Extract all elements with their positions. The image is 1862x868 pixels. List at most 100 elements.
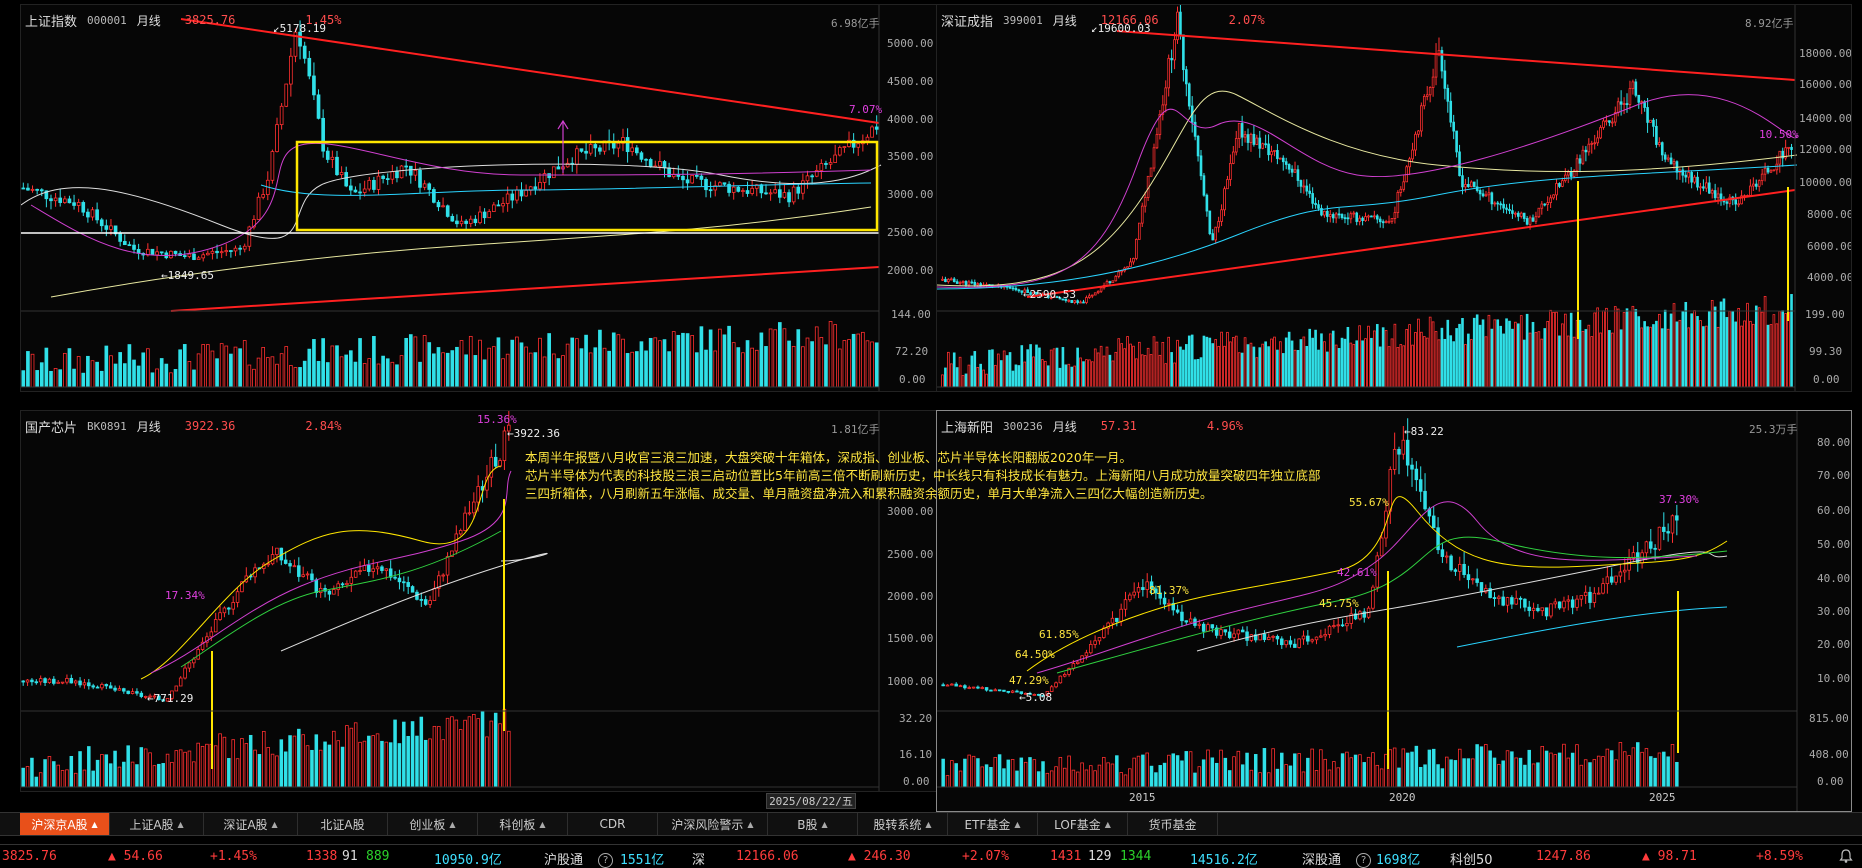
volume-bar — [1540, 746, 1544, 788]
volume-bar — [1058, 756, 1063, 788]
tab-etf[interactable]: ETF基金 ▲ — [948, 813, 1038, 835]
candle-body — [1549, 197, 1552, 204]
volume-bar — [1384, 753, 1388, 788]
candle-body — [34, 681, 39, 684]
volume-bar — [1449, 335, 1453, 388]
volume-tick: 16.10 — [899, 748, 933, 761]
candle-body — [219, 251, 224, 254]
candle-body — [1288, 640, 1293, 645]
tab-sh-a-shares[interactable]: 上证A股 ▲ — [110, 813, 204, 835]
candle-body — [1660, 142, 1664, 156]
candle-body — [1546, 202, 1549, 205]
volume-tick: 0.00 — [903, 775, 930, 788]
chart-panel-sz-index[interactable]: 深证成指 399001 月线 12166.06 2.07% 8.92亿手 ↙19… — [936, 4, 1852, 392]
volume-bar — [178, 749, 183, 788]
candle-body — [1505, 597, 1510, 606]
candle-body — [1693, 176, 1696, 183]
volume-bar — [1719, 301, 1723, 388]
candle-body — [1445, 555, 1449, 558]
candle-body — [708, 189, 713, 192]
candle-body — [371, 568, 375, 572]
candle-body — [1690, 172, 1693, 183]
chart-panel-sh-index[interactable]: 上证指数 000001 月线 3825.76 1.45% 6.98亿手 ↙517… — [20, 4, 938, 392]
volume-bar — [1562, 743, 1566, 788]
volume-bar — [196, 742, 200, 788]
volume-bar — [353, 722, 358, 788]
candle-body — [196, 257, 201, 260]
volume-bar — [1423, 764, 1427, 788]
tab-star-market[interactable]: 科创板 ▲ — [478, 813, 568, 835]
candle-body — [496, 204, 501, 207]
volume-bar — [1175, 755, 1180, 788]
volume-bar — [1464, 344, 1467, 388]
tab-risk-warning[interactable]: 沪深风险警示 ▲ — [658, 813, 768, 835]
volume-bar — [1097, 764, 1102, 788]
tab-cdr[interactable]: CDR — [568, 813, 658, 835]
candle-body — [1760, 173, 1764, 182]
candle-body — [227, 607, 231, 610]
volume-bar — [1270, 338, 1273, 388]
tab-lof[interactable]: LOF基金 ▲ — [1038, 813, 1128, 835]
volume-bar — [1649, 326, 1652, 388]
volume-bar — [1105, 346, 1109, 388]
volume-bar — [1408, 324, 1411, 388]
candle-body — [155, 251, 159, 256]
tab-sz-a-shares[interactable]: 深证A股 ▲ — [204, 813, 298, 835]
tab-money-fund[interactable]: 货币基金 — [1128, 813, 1218, 835]
volume-bar — [1475, 314, 1479, 388]
candle-body — [1757, 180, 1761, 187]
volume-bar — [1035, 344, 1038, 388]
volume-bar — [458, 729, 463, 788]
candle-body — [1519, 212, 1523, 217]
candle-body — [519, 189, 524, 197]
candle-body — [1543, 203, 1547, 206]
sgt-label[interactable]: 深股通 — [1302, 849, 1341, 868]
volume-bar — [791, 345, 796, 388]
period-label: 月线 — [136, 13, 161, 28]
volume-bar — [215, 358, 219, 388]
candle-body — [1514, 212, 1517, 215]
candle-body — [1314, 202, 1317, 206]
candle-body — [1388, 469, 1393, 512]
change-annotation: 17.34% — [165, 589, 205, 602]
volume-bar — [1064, 364, 1068, 388]
volume-bar — [1343, 338, 1347, 388]
sz-turnover: 14516.2亿 — [1190, 853, 1258, 868]
volume-bar — [478, 339, 482, 388]
candle-body — [432, 587, 437, 601]
tab-bj-a-shares[interactable]: 北证A股 — [298, 813, 388, 835]
tab-chinext[interactable]: 创业板 ▲ — [388, 813, 478, 835]
hgt-label[interactable]: 沪股通 — [544, 849, 583, 868]
ma-line-magenta — [30, 142, 872, 257]
candle-body — [210, 250, 215, 254]
candle-body — [1202, 175, 1206, 196]
candle-body — [1328, 214, 1332, 217]
volume-bar — [1073, 365, 1076, 388]
candle-body — [1373, 215, 1376, 218]
volume-bar — [113, 750, 117, 788]
bell-icon[interactable] — [1838, 848, 1854, 864]
candle-body — [1115, 617, 1119, 622]
volume-bar — [1752, 323, 1755, 388]
volume-bar — [65, 769, 69, 788]
price-value: 3922.36 — [184, 419, 236, 433]
tab-neeq[interactable]: 股转系统 ▲ — [858, 813, 948, 835]
candle-body — [213, 619, 218, 633]
volume-bar — [1352, 344, 1356, 388]
candle-body — [1536, 607, 1540, 612]
tab-hsj-a-shares[interactable]: 沪深京A股 ▲ — [20, 813, 110, 835]
volume-bar — [1575, 744, 1579, 788]
candle-body — [690, 175, 695, 184]
candle-body — [1237, 122, 1241, 139]
volume-bar — [639, 341, 644, 388]
volume-bar — [419, 716, 424, 788]
change-percent: 1.45% — [305, 13, 342, 27]
volume-bar — [796, 329, 801, 388]
candle-body — [1220, 209, 1223, 222]
volume-bar — [325, 362, 330, 388]
volume-bar — [428, 738, 432, 788]
candle-body — [1279, 157, 1282, 160]
volume-bar — [253, 749, 257, 788]
price-tick: 8000.00 — [1807, 208, 1852, 221]
tab-b-shares[interactable]: B股 ▲ — [768, 813, 858, 835]
